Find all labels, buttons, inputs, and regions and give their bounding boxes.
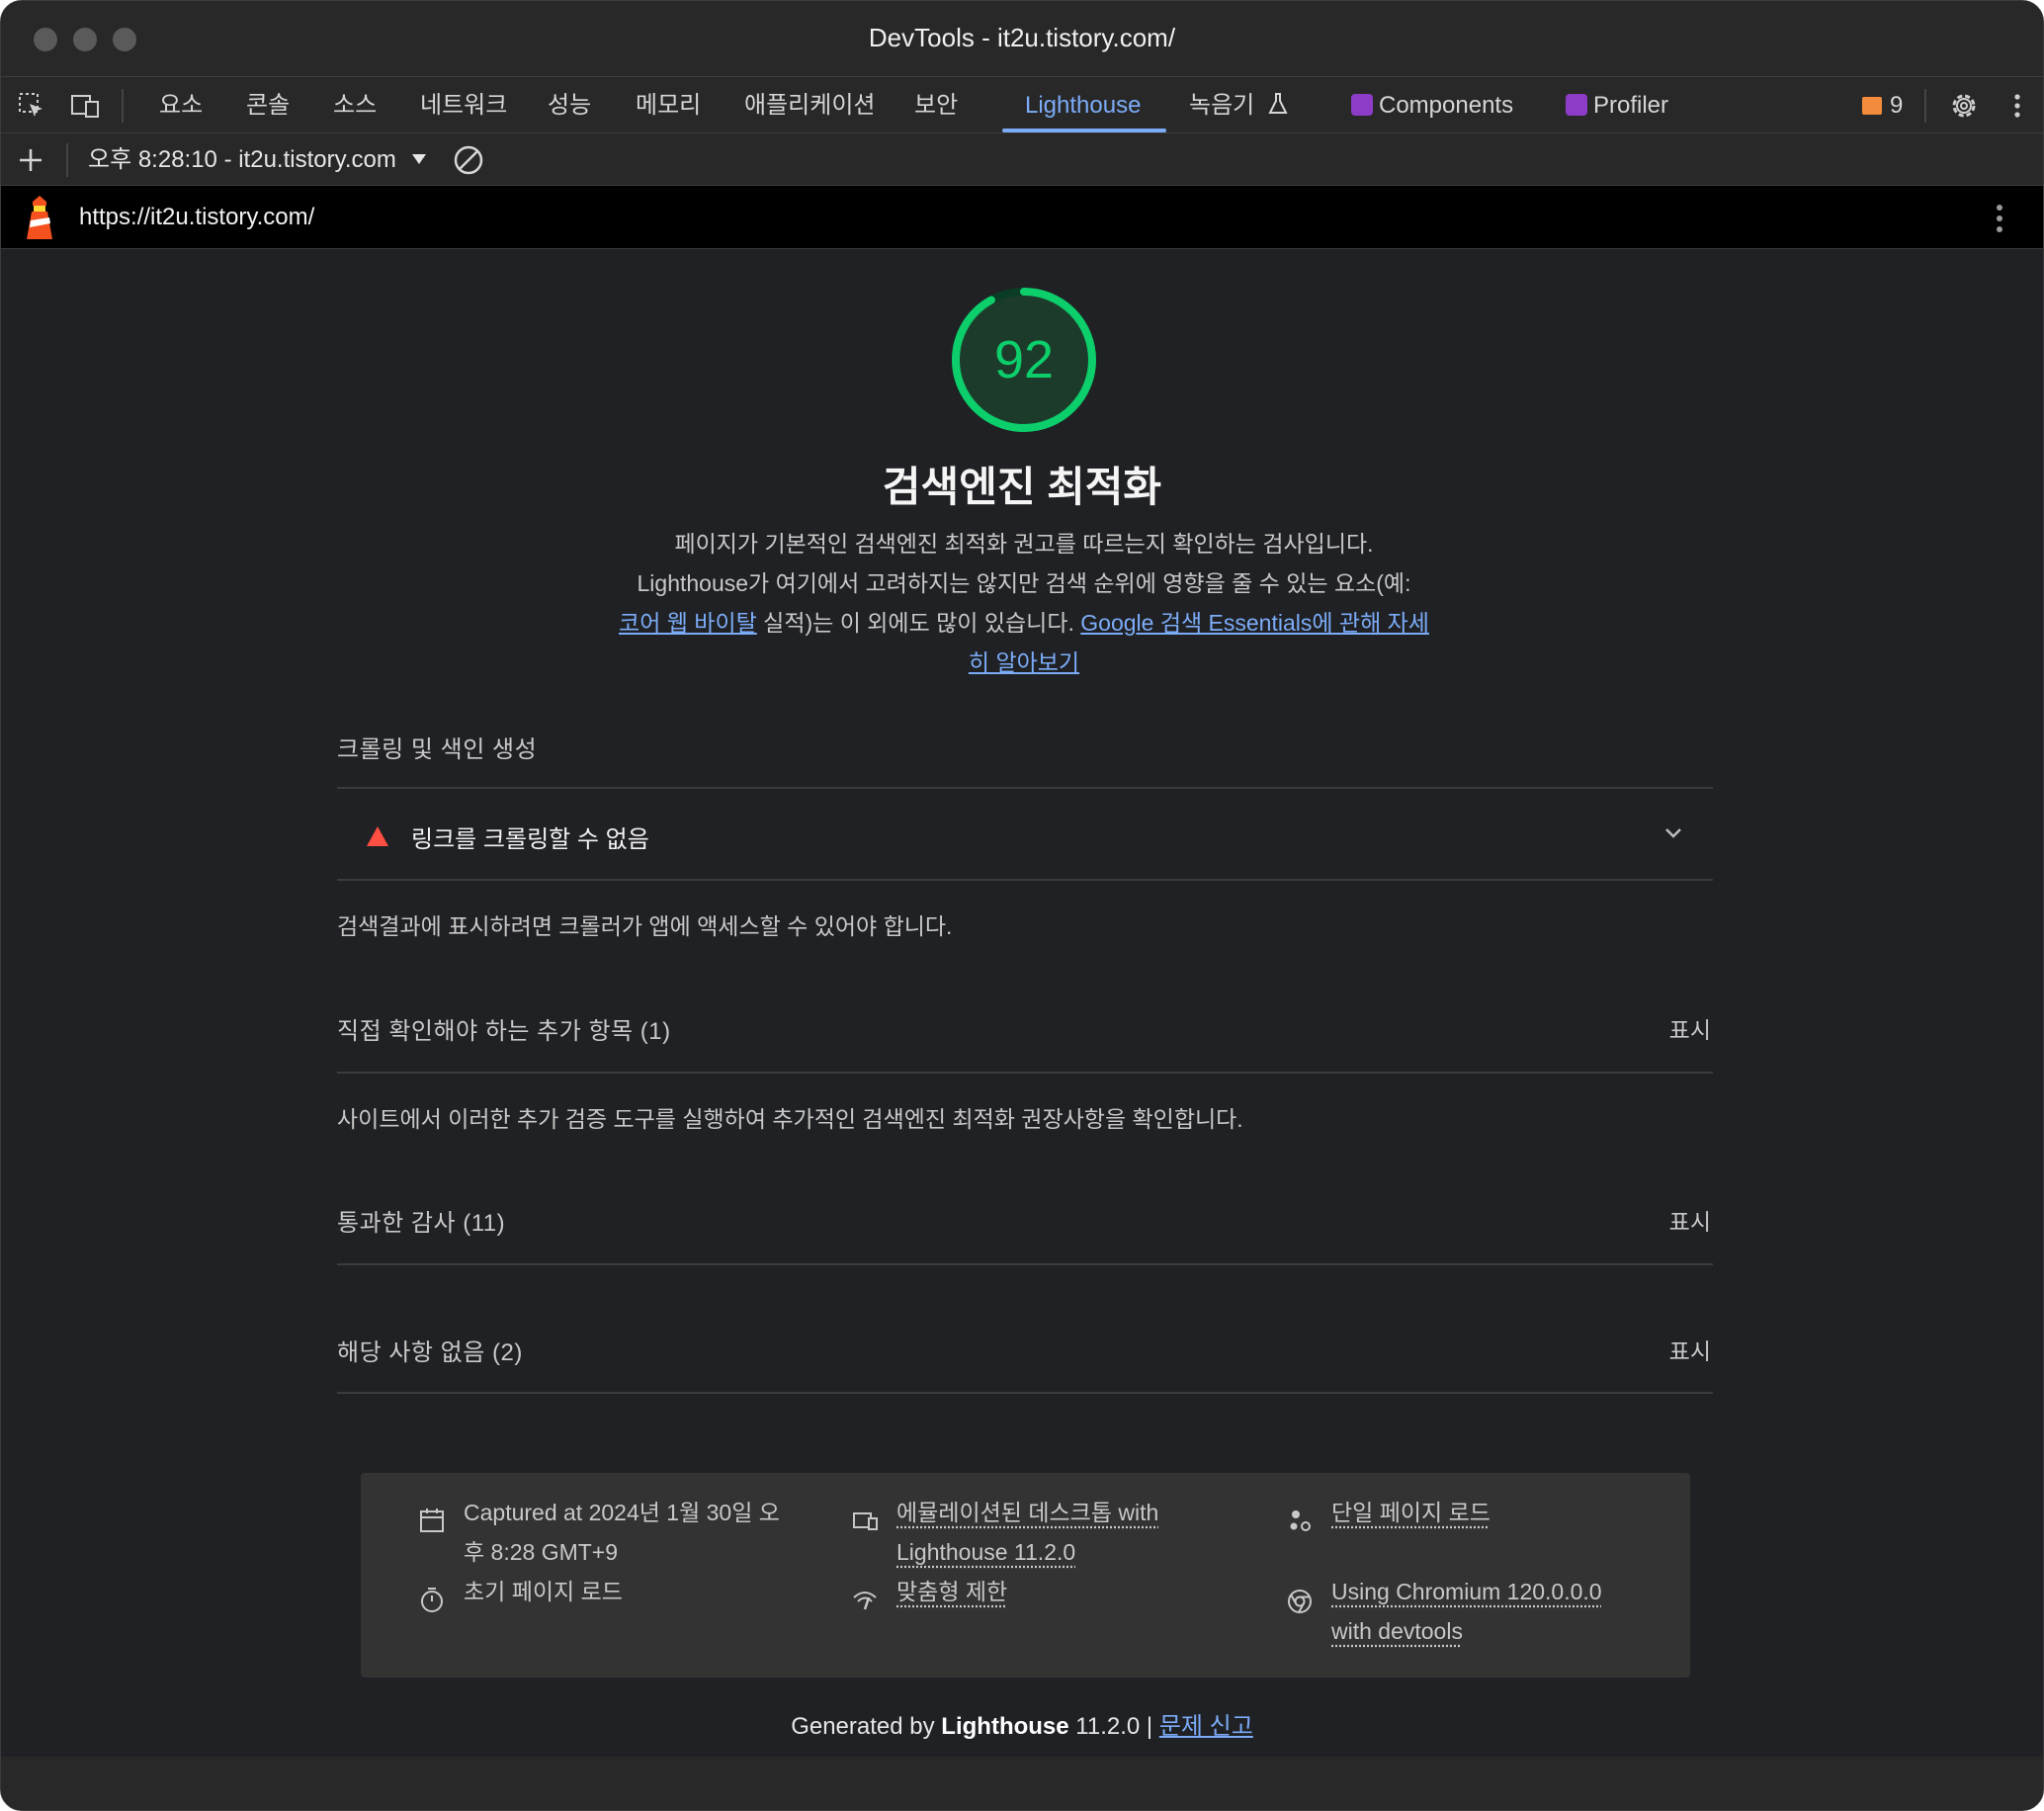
issue-flag-icon [1862,97,1882,115]
single-page-load[interactable]: 단일 페이지 로드 [1331,1493,1490,1532]
tab-profiler-label: Profiler [1593,92,1669,119]
tab-components-label: Components [1379,92,1514,119]
tab-lighthouse[interactable]: Lighthouse [1025,77,1141,133]
emulated-device-line2: Lighthouse 11.2.0 [896,1539,1076,1565]
browser-version[interactable]: Using Chromium 120.0.0.0 with devtools [1331,1572,1602,1651]
report-menu-icon[interactable] [1992,203,2007,234]
report-selector-value: 오후 8:28:10 - it2u.tistory.com [88,146,396,173]
tab-performance[interactable]: 성능 [548,77,591,133]
show-passed-button[interactable]: 표시 [1669,1203,1711,1237]
laptop-icon [853,1512,878,1530]
inspect-element-icon[interactable] [17,91,46,121]
report-url-bar: https://it2u.tistory.com/ [1,186,2043,249]
tab-recorder[interactable]: 녹음기 [1189,77,1289,133]
report-selector[interactable]: 오후 8:28:10 - it2u.tistory.com [88,133,427,186]
react-icon [1351,94,1373,116]
devtools-window: DevTools - it2u.tistory.com/ 요소 콘솔 소스 네트… [0,0,2044,1811]
timer-icon [421,1588,443,1612]
gear-icon[interactable] [1948,90,1980,122]
group-title-passed[interactable]: 통과한 감사 (11) [337,1203,505,1238]
captured-at-line2: 후 8:28 GMT+9 [464,1539,619,1565]
report-url[interactable]: https://it2u.tistory.com/ [79,186,314,249]
category-title: 검색엔진 최적화 [882,464,1162,510]
flask-icon [1268,93,1288,114]
tab-recorder-label: 녹음기 [1189,92,1255,119]
caret-down-icon [411,154,426,164]
tab-sources[interactable]: 소스 [333,77,377,133]
core-web-vitals-link[interactable]: 코어 웹 바이탈 [619,610,757,636]
plus-icon[interactable] [17,146,44,174]
report-footer: Generated by Lighthouse 11.2.0 | 문제 신고 [1,1706,2043,1741]
toolbar-divider [1924,89,1926,123]
group-title-manual[interactable]: 직접 확인해야 하는 추가 항목 (1) [337,1011,671,1046]
footer-generated-by: Generated by [791,1713,942,1740]
tab-components[interactable]: Components [1351,77,1513,133]
report-issue-link[interactable]: 문제 신고 [1159,1713,1253,1740]
toolbar-divider [122,89,124,123]
tab-console[interactable]: 콘솔 [246,77,290,133]
tab-application[interactable]: 애플리케이션 [744,77,875,133]
issues-counter[interactable]: 9 [1862,77,1903,133]
single-page-session-icon [1290,1510,1311,1531]
custom-throttling[interactable]: 맞춤형 제한 [896,1572,1007,1611]
footer-product: Lighthouse [941,1713,1069,1740]
captured-at: Captured at 2024년 1월 30일 오 후 8:28 GMT+9 [464,1493,780,1572]
audit-crawlable-anchors[interactable]: 링크를 크롤링할 수 없음 [337,789,1713,882]
browser-version-line2: with devtools [1331,1618,1463,1644]
browser-version-line1: Using Chromium 120.0.0.0 [1331,1579,1602,1604]
footer-version: 11.2.0 | [1068,1713,1159,1740]
chevron-down-icon[interactable] [1661,821,1685,845]
show-manual-button[interactable]: 표시 [1669,1011,1711,1045]
issues-count: 9 [1890,92,1904,119]
divider [337,1072,1713,1074]
captured-at-line1: Captured at 2024년 1월 30일 오 [464,1500,780,1525]
react-icon [1566,94,1587,116]
group-description-crawling: 검색결과에 표시하려면 크롤러가 앱에 액세스할 수 있어야 합니다. [337,913,953,939]
runtime-settings: Captured at 2024년 1월 30일 오 후 8:28 GMT+9 … [361,1473,1690,1678]
initial-page-load: 초기 페이지 로드 [464,1579,623,1604]
window-title: DevTools - it2u.tistory.com/ [868,23,1176,52]
group-title-crawling: 크롤링 및 색인 생성 [337,736,538,763]
tab-security[interactable]: 보안 [914,77,958,133]
divider [337,1263,1713,1265]
tab-memory[interactable]: 메모리 [636,77,701,133]
lighthouse-logo-icon [27,196,52,239]
device-toolbar-icon[interactable] [70,91,100,121]
tab-elements[interactable]: 요소 [159,77,203,133]
score-value: 92 [993,330,1055,389]
fail-triangle-icon [367,826,388,846]
emulated-device[interactable]: 에뮬레이션된 데스크톱 with Lighthouse 11.2.0 [896,1493,1158,1572]
category-desc-line3: 실적)는 이 외에도 많이 있습니다. [756,610,1081,636]
lighthouse-toolbar: 오후 8:28:10 - it2u.tistory.com [1,133,2043,186]
category-description: 페이지가 기본적인 검색엔진 최적화 권고를 따르는지 확인하는 검사입니다. … [614,524,1434,682]
category-desc-line2: Lighthouse가 여기에서 고려하지는 않지만 검색 순위에 영향을 줄 … [637,570,1411,596]
more-options-icon[interactable] [2007,91,2027,121]
audit-title: 링크를 크롤링할 수 없음 [411,826,649,853]
toolbar-divider [66,143,68,177]
active-tab-indicator [1002,129,1166,132]
bottom-strip [1,1757,2043,1810]
tab-network[interactable]: 네트워크 [420,77,507,133]
title-bar: DevTools - it2u.tistory.com/ [1,1,2043,77]
group-title-not-applicable[interactable]: 해당 사항 없음 (2) [337,1333,523,1367]
tab-profiler[interactable]: Profiler [1566,77,1668,133]
chrome-icon [1288,1590,1312,1613]
divider [337,1392,1713,1394]
network-throttling-icon [853,1592,877,1610]
show-not-applicable-button[interactable]: 표시 [1669,1333,1711,1366]
calendar-icon [420,1509,444,1532]
category-desc-line1: 페이지가 기본적인 검색엔진 최적화 권고를 따르는지 확인하는 검사입니다. [674,531,1374,557]
clear-icon[interactable] [453,144,484,176]
emulated-device-line1: 에뮬레이션된 데스크톱 with [896,1500,1159,1525]
group-description-manual: 사이트에서 이러한 추가 검증 도구를 실행하여 추가적인 검색엔진 최적화 권… [337,1106,1243,1132]
devtools-tab-bar: 요소 콘솔 소스 네트워크 성능 메모리 애플리케이션 보안 Lighthous… [1,77,2043,133]
divider [337,879,1713,881]
